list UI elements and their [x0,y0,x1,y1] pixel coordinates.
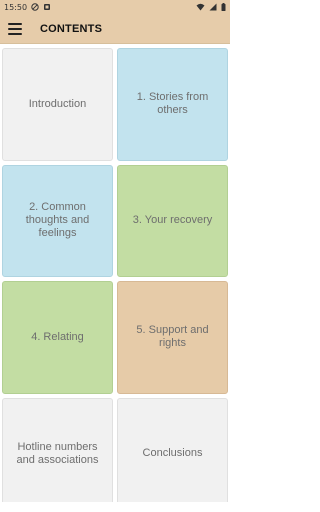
status-time: 15:50 [4,2,28,12]
menu-icon-line [8,22,22,25]
contents-grid: Introduction 1. Stories from others 2. C… [0,46,230,512]
notification-icon [43,3,51,11]
tile-your-recovery[interactable]: 3. Your recovery [117,164,228,277]
wifi-icon [196,3,205,11]
do-not-disturb-icon [31,3,39,11]
menu-icon-line [8,27,22,30]
signal-icon [209,3,217,11]
battery-icon [221,3,226,11]
page-title: CONTENTS [40,22,103,35]
tile-support-and-rights[interactable]: 5. Support and rights [117,281,228,394]
status-bar: 15:50 [0,0,230,14]
app-bar: CONTENTS [0,14,230,44]
tile-common-thoughts-and-feelings[interactable]: 2. Common thoughts and feelings [2,164,113,277]
menu-icon-line [8,32,22,35]
tile-introduction[interactable]: Introduction [2,48,113,161]
tile-stories-from-others[interactable]: 1. Stories from others [117,48,228,161]
tile-hotline-numbers[interactable]: Hotline numbers and associations [2,397,113,510]
tile-relating[interactable]: 4. Relating [2,281,113,394]
system-navigation-strip [0,502,230,512]
status-right [196,3,226,11]
tile-conclusions[interactable]: Conclusions [117,397,228,510]
status-left: 15:50 [4,3,51,12]
menu-icon[interactable] [8,22,22,35]
